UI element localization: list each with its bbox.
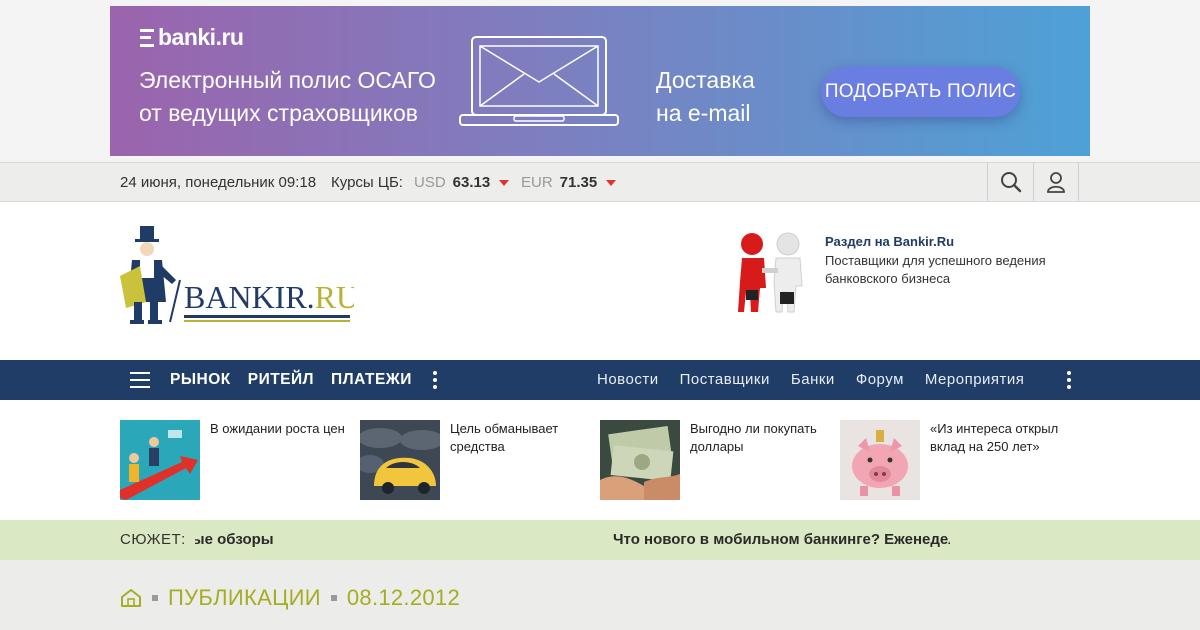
- ad-banner-area: banki.ru Электронный полис ОСАГО от веду…: [0, 0, 1200, 162]
- nav-item-forum[interactable]: Форум: [856, 371, 904, 388]
- cars-thumbnail: [360, 420, 440, 500]
- choose-policy-button[interactable]: ПОДОБРАТЬ ПОЛИС: [821, 67, 1020, 117]
- menu-icon[interactable]: [130, 372, 150, 388]
- promo-text[interactable]: Поставщики для успешного ведения банковс…: [825, 252, 1065, 288]
- piggy-bank-thumbnail: [840, 420, 920, 500]
- info-bar: 24 июня, понедельник 09:18 Курсы ЦБ: USD…: [0, 162, 1200, 202]
- breadcrumb-separator: [152, 595, 158, 601]
- breadcrumb-date: 08.12.2012: [346, 585, 460, 610]
- nav-item-suppliers[interactable]: Поставщики: [680, 371, 770, 388]
- trend-down-icon: [606, 179, 617, 186]
- news-item[interactable]: Цель обманывает средства: [360, 420, 595, 500]
- story-label: СЮЖЕТ:: [120, 531, 186, 548]
- story-ticker: льные обзоры Что нового в мобильном банк…: [195, 520, 950, 560]
- dollars-thumbnail: [600, 420, 680, 500]
- news-strip: В ожидании роста цен Цель обманывает сре…: [0, 400, 1200, 520]
- breadcrumb-section[interactable]: ПУБЛИКАЦИИ: [168, 585, 321, 611]
- main-navigation: РЫНОК РИТЕЙЛ ПЛАТЕЖИ Новости Поставщики …: [0, 360, 1200, 400]
- trend-down-icon: [499, 179, 510, 186]
- nav-item-banks[interactable]: Банки: [791, 371, 835, 388]
- user-icon: [1047, 172, 1065, 193]
- handshake-figures-icon: [738, 232, 803, 313]
- nav-item-retail[interactable]: РИТЕЙЛ: [248, 371, 314, 389]
- more-sections-icon[interactable]: [430, 371, 440, 389]
- breadcrumb-separator: [330, 595, 337, 601]
- news-item[interactable]: Выгодно ли покупать доллары: [600, 420, 835, 500]
- laptop-envelope-icon: [459, 36, 619, 126]
- rates-label: Курсы ЦБ:: [331, 174, 403, 191]
- nav-item-market[interactable]: РЫНОК: [170, 371, 231, 389]
- svg-text:BANKIR.RU: BANKIR.RU: [184, 279, 354, 315]
- search-button[interactable]: [987, 163, 1033, 201]
- story-link[interactable]: Что нового в мобильном банкинге? Еженеде…: [613, 531, 950, 548]
- story-bar: СЮЖЕТ: льные обзоры Что нового в мобильн…: [0, 520, 1200, 560]
- story-link[interactable]: льные обзоры: [195, 531, 274, 548]
- secondary-links: Новости Поставщики Банки Форум Мероприят…: [597, 371, 1024, 388]
- ad-headline: Электронный полис ОСАГО от ведущих страх…: [139, 67, 436, 126]
- breadcrumb: ПУБЛИКАЦИИ 08.12.2012: [120, 585, 460, 611]
- main-sections: РЫНОК РИТЕЙЛ ПЛАТЕЖИ: [170, 371, 412, 389]
- bankir-logo[interactable]: BANKIR.RU: [118, 224, 354, 328]
- current-date: 24 июня, понедельник 09:18: [120, 174, 317, 191]
- news-item[interactable]: «Из интереса открыл вклад на 250 лет»: [840, 420, 1075, 500]
- growth-chart-thumbnail: [120, 420, 200, 500]
- search-icon: [1000, 172, 1021, 193]
- nav-item-payments[interactable]: ПЛАТЕЖИ: [331, 371, 412, 389]
- nav-item-news[interactable]: Новости: [597, 371, 659, 388]
- banki-logo-icon: [140, 28, 154, 47]
- nav-item-events[interactable]: Мероприятия: [925, 371, 1025, 388]
- site-header: BANKIR.RU Раздел на Bankir.Ru Поставщики…: [0, 202, 1200, 360]
- home-icon[interactable]: [120, 588, 142, 608]
- news-item[interactable]: В ожидании роста цен: [120, 420, 355, 500]
- rate-usd[interactable]: USD 63.13: [414, 174, 510, 191]
- ad-delivery-text: Доставка на e-mail: [656, 67, 755, 126]
- ad-logo: banki.ru: [140, 24, 244, 51]
- account-button[interactable]: [1033, 163, 1079, 201]
- promo-title[interactable]: Раздел на Bankir.Ru: [825, 234, 954, 249]
- rate-eur[interactable]: EUR 71.35: [521, 174, 617, 191]
- more-links-icon[interactable]: [1064, 371, 1074, 389]
- ad-banner[interactable]: banki.ru Электронный полис ОСАГО от веду…: [110, 6, 1090, 156]
